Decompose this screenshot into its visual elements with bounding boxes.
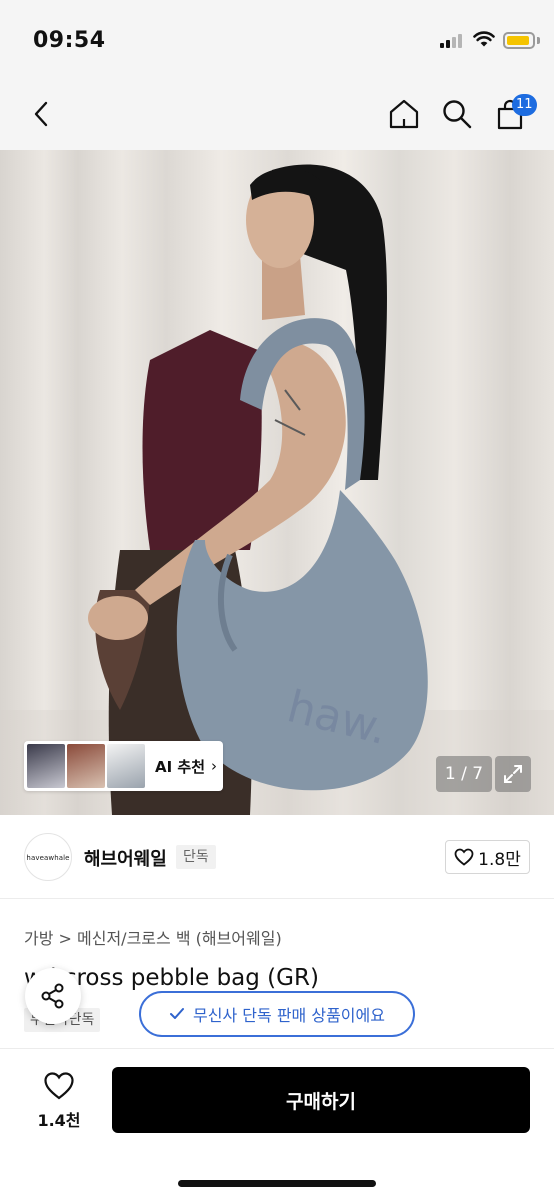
ai-thumb-3: [107, 744, 145, 788]
image-counter: 1 / 7: [436, 756, 492, 792]
search-button[interactable]: [437, 94, 477, 134]
brand-exclusive-tag: 단독: [176, 845, 216, 869]
share-icon: [41, 983, 64, 1009]
status-bar: 09:54: [0, 0, 554, 80]
brand-like-count: 1.8만: [478, 849, 521, 870]
ai-recommend-label: AI 추천: [155, 757, 206, 776]
ai-thumb-1: [27, 744, 65, 788]
bottom-action-bar: 1.4천 구매하기: [0, 1048, 554, 1200]
fullscreen-button[interactable]: [495, 756, 531, 792]
chevron-right-icon: ›: [211, 757, 218, 775]
category-breadcrumb[interactable]: 가방 > 메신저/크로스 백 (해브어웨일): [24, 925, 282, 949]
brand-name[interactable]: 해브어웨일: [84, 845, 167, 871]
home-icon: [389, 99, 419, 129]
wishlist-button[interactable]: 1.4천: [24, 1071, 94, 1131]
wishlist-count: 1.4천: [37, 1111, 81, 1130]
expand-icon: [504, 765, 522, 783]
battery-tip: [537, 37, 540, 44]
ai-recommend-button[interactable]: AI 추천 ›: [24, 741, 223, 791]
product-image-gallery[interactable]: haw. AI 추천 › 1 / 7: [0, 150, 554, 815]
wifi-icon: [473, 31, 495, 47]
back-button[interactable]: [22, 94, 62, 134]
top-nav-bar: 11: [0, 80, 554, 150]
brand-like-button[interactable]: 1.8만: [445, 840, 530, 874]
battery-level: [507, 36, 529, 45]
status-time: 09:54: [33, 28, 106, 53]
battery-icon: [503, 32, 535, 49]
cellular-signal-icon: [440, 34, 466, 48]
brand-logo[interactable]: haveawhale: [24, 833, 72, 881]
cart-count-badge: 11: [512, 94, 537, 116]
home-button[interactable]: [384, 94, 424, 134]
heart-icon: [454, 848, 474, 866]
brand-row: haveawhale 해브어웨일 단독 1.8만: [0, 815, 554, 899]
home-indicator: [178, 1180, 376, 1187]
buy-button[interactable]: 구매하기: [112, 1067, 530, 1133]
heart-icon: [44, 1072, 74, 1100]
exclusive-sale-text: 무신사 단독 판매 상품이에요: [193, 1006, 385, 1025]
share-button[interactable]: [25, 968, 81, 1024]
cart-button[interactable]: 11: [490, 94, 537, 134]
exclusive-sale-banner[interactable]: 무신사 단독 판매 상품이에요: [139, 991, 415, 1037]
chevron-left-icon: [34, 101, 48, 127]
product-photo: haw.: [0, 164, 554, 815]
search-icon: [443, 100, 472, 129]
check-icon: [170, 1008, 185, 1019]
ai-thumb-2: [67, 744, 105, 788]
